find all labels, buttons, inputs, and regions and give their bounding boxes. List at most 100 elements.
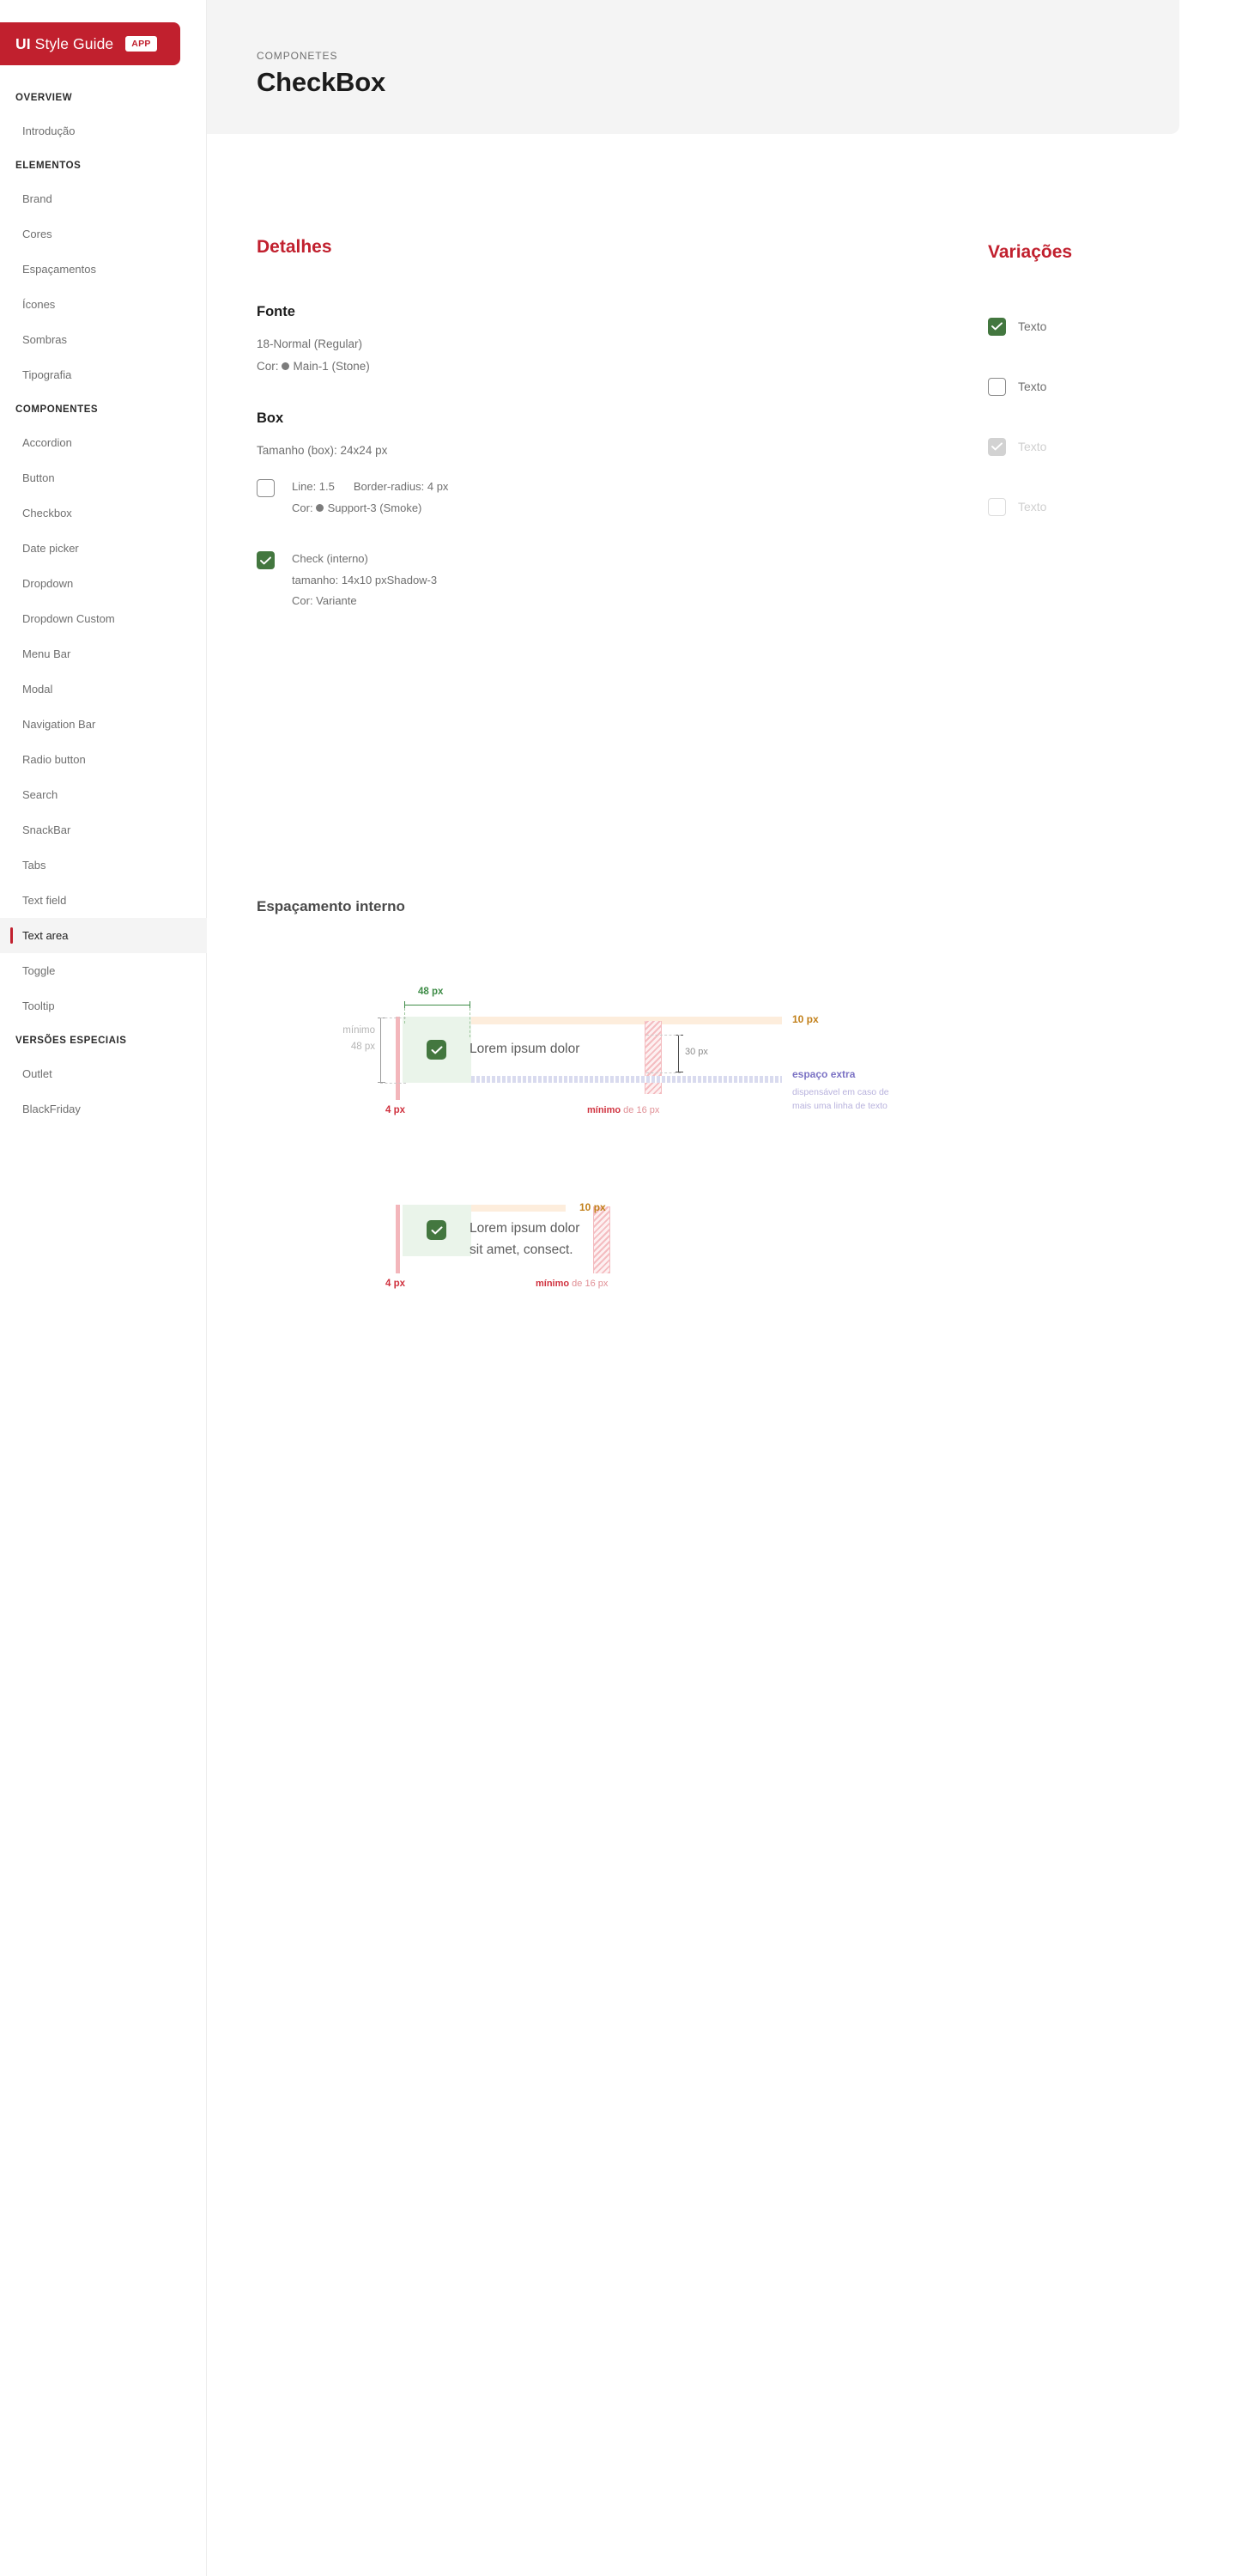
left-padding-label: 4 px [385,1279,406,1289]
box-inner-tamanho: tamanho: 14x10 px [292,574,387,586]
sidebar-item-espacamentos[interactable]: Espaçamentos [0,252,207,287]
sidebar-item-tooltip[interactable]: Tooltip [0,988,207,1024]
sidebar-item-cores[interactable]: Cores [0,216,207,252]
sidebar-item-label: Navigation Bar [22,718,96,731]
box-inner-spec-row: Check (interno) tamanho: 14x10 pxShadow-… [257,551,789,615]
sidebar-item-label: Ícones [22,298,56,311]
fonte-size-line: 18-Normal (Regular) [257,337,363,350]
page-title: CheckBox [257,67,386,97]
sidebar-item-toggle[interactable]: Toggle [0,953,207,988]
nav-group-componentes: COMPONENTES Accordion Button Checkbox Da… [0,404,207,1024]
checkbox-checked-icon[interactable] [257,551,275,569]
sidebar-item-label: Date picker [22,542,79,555]
min-height-label-2: 48 px [350,1042,375,1052]
top-padding-label: 10 px [579,1201,606,1213]
sidebar-item-label: Introdução [22,125,76,137]
sidebar-item-date-picker[interactable]: Date picker [0,531,207,566]
sidebar-item-blackfriday[interactable]: BlackFriday [0,1091,207,1127]
checkbox-checked-icon[interactable] [427,1040,446,1060]
sidebar-item-label: Button [22,471,55,484]
variation-label: Texto [1018,440,1047,453]
measure-48-label: 48 px [418,987,444,997]
sidebar-item-label: Toggle [22,964,56,977]
box-heading: Box [257,410,284,426]
sidebar-item-menu-bar[interactable]: Menu Bar [0,636,207,671]
nav-group-title-componentes: COMPONENTES [15,404,99,415]
breadcrumb-eyebrow: COMPONETES [257,50,338,62]
extra-space-desc-1: dispensável em caso de [792,1087,889,1097]
box-inner-line2: tamanho: 14x10 pxShadow-3 [292,574,437,586]
spacing-diagram-two-line: Lorem ipsum dolor sit amet, consect. 10 … [344,1194,1031,1315]
variacoes-section: Variações Texto Texto Texto Texto [988,242,1228,527]
min-gap-label-bold: mínimo [587,1105,621,1115]
sidebar-item-tabs[interactable]: Tabs [0,848,207,883]
demo-text-single: Lorem ipsum dolor [470,1042,580,1056]
box-block: Box Tamanho (box): 24x24 px Line: 1.5 Bor… [257,410,789,615]
checkbox-checked-icon[interactable] [988,317,1006,336]
sidebar-item-icones[interactable]: Ícones [0,287,207,322]
sidebar-item-label: Tabs [22,859,46,872]
sidebar-item-tipografia[interactable]: Tipografia [0,357,207,392]
box-inner-shadow: Shadow-3 [386,574,438,586]
sidebar-item-search[interactable]: Search [0,777,207,812]
min-gap-label-rest: de 16 px [569,1279,609,1289]
sidebar-item-brand[interactable]: Brand [0,181,207,216]
sidebar-item-accordion[interactable]: Accordion [0,425,207,460]
sidebar-item-modal[interactable]: Modal [0,671,207,707]
detalhes-title: Detalhes [257,237,332,257]
variation-row-disabled-checked: Texto [988,426,1228,467]
top-padding-label: 10 px [792,1013,819,1025]
sidebar-item-label: Text field [22,894,67,907]
demo-checkbox[interactable] [427,1220,446,1240]
sidebar-item-label: Checkbox [22,507,72,519]
sidebar-item-label: SnackBar [22,823,71,836]
sidebar-item-text-area[interactable]: Text area [0,918,207,953]
sidebar-item-checkbox[interactable]: Checkbox [0,495,207,531]
box-outer-spec-row: Line: 1.5 Border-radius: 4 px Cor: Support… [257,479,789,522]
variation-row-checked[interactable]: Texto [988,306,1228,347]
nav-group-overview: OVERVIEW Introdução [0,93,207,149]
page-header: COMPONETES CheckBox [207,0,1179,134]
spacing-diagram-single-line: 48 px mínimo 48 px Lorem ipsum dolor 30 … [342,980,1031,1117]
demo-text-line-2: sit amet, consect. [470,1242,573,1257]
checkbox-unchecked-icon[interactable] [257,479,275,497]
min-gap-hatch [593,1206,610,1273]
sidebar-item-dropdown[interactable]: Dropdown [0,566,207,601]
min-height-guide-bottom [380,1083,406,1084]
sidebar-item-sombras[interactable]: Sombras [0,322,207,357]
demo-checkbox[interactable] [427,1040,446,1060]
sidebar-item-outlet[interactable]: Outlet [0,1056,207,1091]
sidebar-item-dropdown-custom[interactable]: Dropdown Custom [0,601,207,636]
sidebar-item-navigation-bar[interactable]: Navigation Bar [0,707,207,742]
box-outer-spec-text: Line: 1.5 Border-radius: 4 px Cor: Support… [292,479,448,522]
sidebar-item-label: Dropdown [22,577,74,590]
left-padding-bar [396,1017,400,1100]
variacoes-title: Variações [988,242,1073,262]
fonte-color-line: Cor: Main-1 (Stone) [257,360,789,373]
min-gap-label-bold: mínimo [536,1279,570,1289]
brand-title: UI Style Guide [15,35,113,53]
sidebar-item-snackbar[interactable]: SnackBar [0,812,207,848]
sidebar-item-introducao[interactable]: Introdução [0,113,207,149]
sidebar-item-radio-button[interactable]: Radio button [0,742,207,777]
nav-group-title-overview: OVERVIEW [15,93,73,103]
sidebar-item-label: Espaçamentos [22,263,96,276]
fonte-color-label: Cor: [257,360,279,373]
box-outer-border-radius: Border-radius: 4 px [353,480,449,493]
detalhes-section: Detalhes Fonte 18-Normal (Regular) Cor: M… [257,237,789,615]
sidebar-item-text-field[interactable]: Text field [0,883,207,918]
box-outer-line-width: Line: 1.5 [292,480,335,493]
variation-row-unchecked[interactable]: Texto [988,366,1228,407]
style-guide-page: UI Style Guide APP OVERVIEW Introdução E… [0,0,1236,2576]
sidebar-item-label: Tooltip [22,999,55,1012]
sidebar-item-button[interactable]: Button [0,460,207,495]
checkbox-unchecked-icon[interactable] [988,377,1006,396]
demo-text-line-1: Lorem ipsum dolor [470,1221,580,1236]
brand-logo[interactable]: UI Style Guide APP [0,22,180,65]
checkbox-checked-icon[interactable] [427,1220,446,1240]
box-tamanho-line: Tamanho (box): 24x24 px [257,444,388,457]
sidebar-nav: OVERVIEW Introdução ELEMENTOS Brand Core… [0,93,207,1139]
min-gap-label-rest: de 16 px [621,1105,660,1115]
left-padding-bar [396,1205,400,1273]
text-height-label: 30 px [685,1047,708,1057]
